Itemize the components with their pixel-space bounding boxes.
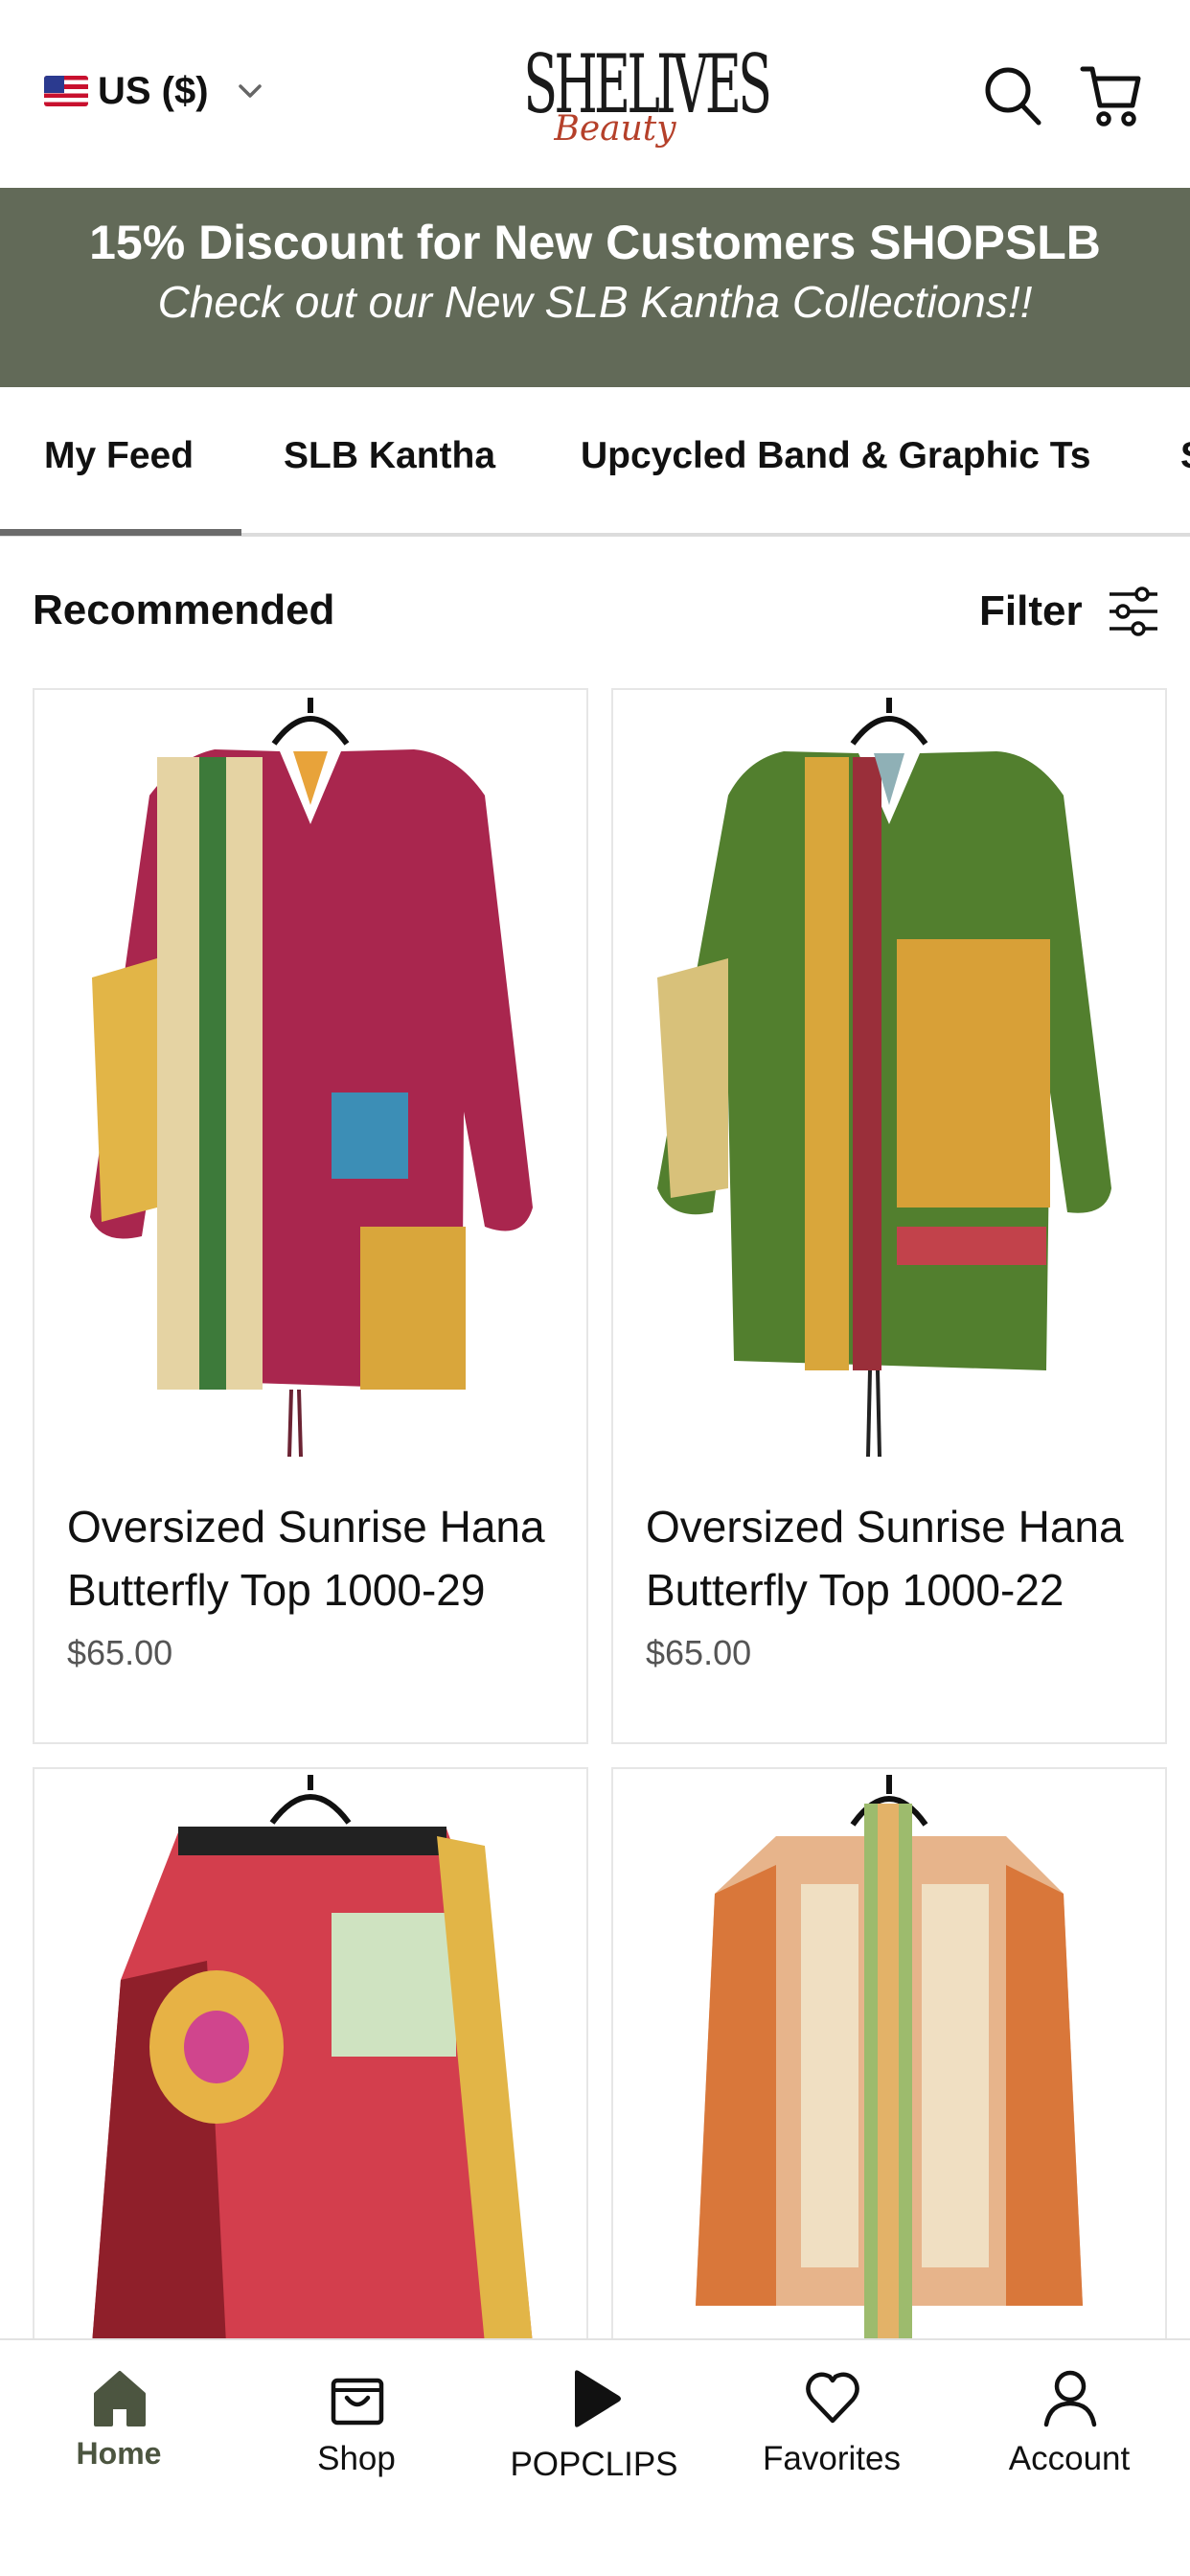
nav-favorites[interactable]: Favorites — [713, 2340, 950, 2576]
sliders-icon — [1109, 586, 1157, 636]
product-card[interactable]: Oversized Sunrise Hana Butterfly Top 100… — [33, 688, 588, 1744]
nav-popclips-label: POPCLIPS — [510, 2446, 678, 2483]
tab-slb-kantha[interactable]: SLB Kantha — [284, 435, 495, 477]
product-card[interactable]: Oversized Sunrise Hana Butterfly Top 100… — [611, 688, 1167, 1744]
nav-shop-label: Shop — [317, 2440, 396, 2477]
product-image[interactable] — [34, 690, 586, 1476]
product-price: $65.00 — [646, 1633, 752, 1672]
search-icon[interactable] — [981, 61, 1044, 128]
product-image[interactable] — [34, 1769, 586, 2344]
logo-text: SHELIVES — [523, 37, 772, 131]
active-tab-indicator — [0, 529, 241, 536]
bottom-navigation: Home Shop POPCLIPS Favorites Account — [0, 2338, 1190, 2576]
play-icon — [575, 2370, 621, 2427]
tab-upcycled-band-graphic-ts[interactable]: Upcycled Band & Graphic Ts — [581, 435, 1090, 477]
promo-title: 15% Discount for New Customers SHOPSLB — [89, 216, 1101, 269]
person-icon — [1043, 2370, 1097, 2427]
product-card[interactable] — [33, 1767, 588, 2344]
currency-label: US ($) — [98, 69, 209, 112]
product-name[interactable]: Oversized Sunrise Hana Butterfly Top 100… — [67, 1495, 556, 1622]
promo-banner[interactable]: 15% Discount for New Customers SHOPSLB C… — [0, 188, 1190, 387]
product-name-line1: Oversized Sunrise Hana — [646, 1502, 1124, 1552]
filter-label: Filter — [979, 587, 1083, 634]
nav-home-label: Home — [76, 2436, 162, 2471]
top-header: US ($) SHELIVES Beauty — [0, 0, 1190, 188]
product-price: $65.00 — [67, 1633, 173, 1672]
page: US ($) SHELIVES Beauty 15% Discount for … — [0, 0, 1190, 2576]
tab-more[interactable]: S — [1180, 435, 1190, 477]
shop-bag-icon — [331, 2378, 384, 2426]
product-image[interactable] — [613, 690, 1165, 1476]
heart-icon — [806, 2372, 859, 2424]
product-name[interactable]: Oversized Sunrise Hana Butterfly Top 100… — [646, 1495, 1134, 1622]
filter-button[interactable]: Filter — [979, 583, 1159, 640]
section-title: Recommended — [33, 586, 335, 633]
cart-icon[interactable] — [1079, 61, 1142, 128]
nav-account-label: Account — [1008, 2440, 1131, 2477]
product-image[interactable] — [613, 1769, 1165, 2344]
brand-logo[interactable]: SHELIVES Beauty — [479, 36, 772, 180]
nav-favorites-label: Favorites — [763, 2440, 901, 2477]
product-name-line2: Butterfly Top 1000-29 — [67, 1565, 486, 1615]
promo-subtitle: Check out our New SLB Kantha Collections… — [157, 277, 1033, 327]
tab-my-feed[interactable]: My Feed — [44, 435, 194, 477]
product-name-line1: Oversized Sunrise Hana — [67, 1502, 545, 1552]
category-tabs: My Feed SLB Kantha Upcycled Band & Graph… — [0, 387, 1190, 537]
home-icon — [94, 2371, 146, 2426]
us-flag-icon — [44, 76, 88, 106]
nav-home[interactable]: Home — [0, 2340, 238, 2576]
product-card[interactable] — [611, 1767, 1167, 2344]
chevron-down-icon — [238, 84, 262, 98]
nav-account[interactable]: Account — [950, 2340, 1188, 2576]
nav-shop[interactable]: Shop — [238, 2340, 475, 2576]
nav-popclips[interactable]: POPCLIPS — [475, 2340, 713, 2576]
currency-selector[interactable]: US ($) — [44, 67, 264, 115]
product-name-line2: Butterfly Top 1000-22 — [646, 1565, 1064, 1615]
